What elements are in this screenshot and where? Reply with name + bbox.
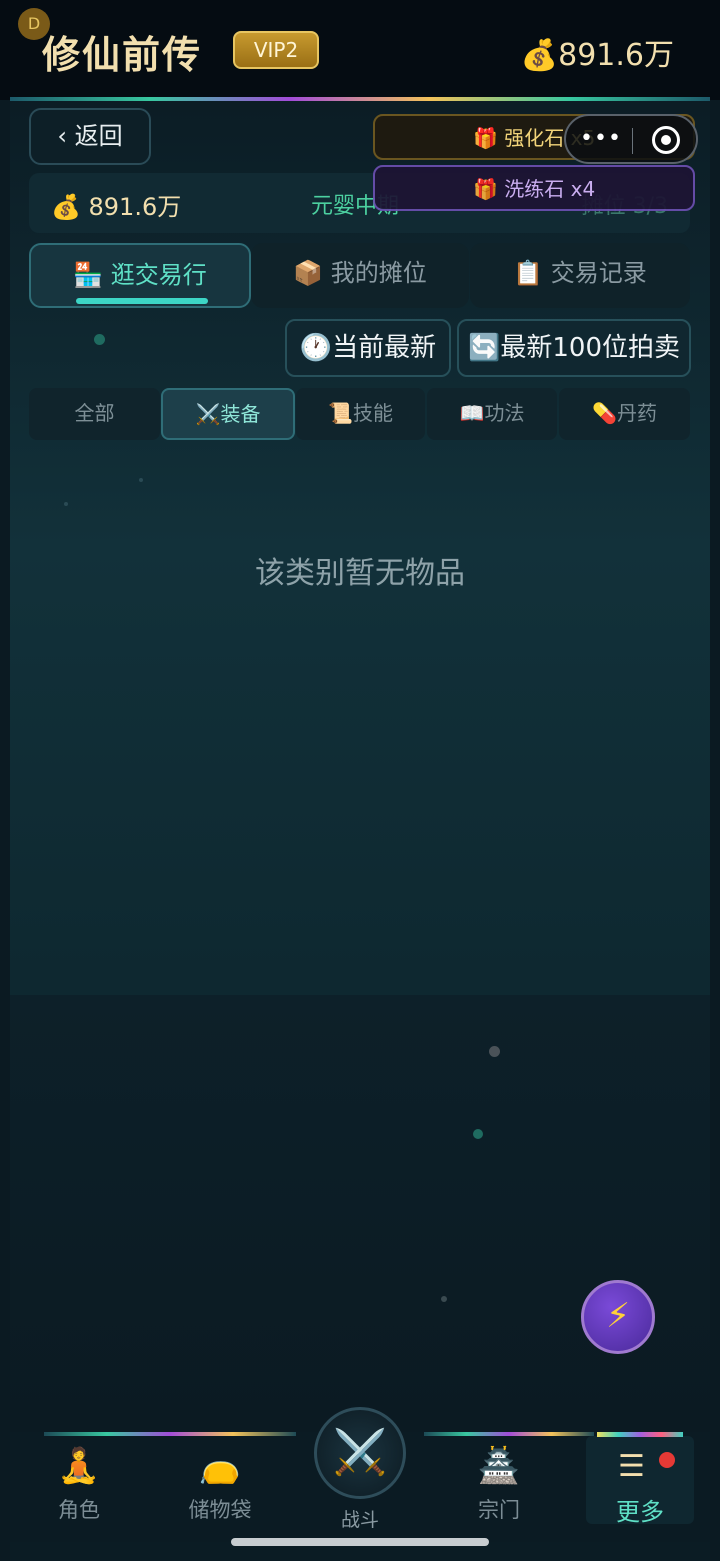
nav-decor-line xyxy=(424,1432,594,1436)
app-title: 修仙前传 xyxy=(42,32,203,77)
top-bar: D 修仙前传 VIP2 💰891.6万 xyxy=(0,0,720,100)
capsule-divider xyxy=(632,128,633,154)
nav-item-storage-bag[interactable]: 👝 储物袋 xyxy=(160,1444,280,1524)
particle xyxy=(64,502,68,506)
vip-badge[interactable]: VIP2 xyxy=(233,31,319,69)
nav-item-character[interactable]: 🧘 角色 xyxy=(19,1444,139,1524)
header-divider xyxy=(10,97,710,101)
tab-browse-market[interactable]: 🏪 逛交易行 xyxy=(29,243,251,308)
nav-item-battle[interactable]: ⚔️ xyxy=(314,1407,406,1499)
category-tab-techniques[interactable]: 📖功法 xyxy=(427,388,557,440)
bag-icon: 👝 xyxy=(198,1446,242,1486)
particle xyxy=(473,1129,483,1139)
tab-trade-records[interactable]: 📋 交易记录 xyxy=(470,243,690,308)
particle xyxy=(489,1046,500,1057)
empty-state-message: 该类别暂无物品 xyxy=(255,556,465,591)
sort-latest-button[interactable]: 🕐当前最新 xyxy=(285,319,451,377)
menu-icon: ☰ xyxy=(618,1449,645,1484)
particle xyxy=(94,334,105,345)
quick-action-lightning-icon[interactable]: ⚡ xyxy=(581,1280,655,1354)
crossed-swords-icon: ⚔️ xyxy=(332,1427,388,1478)
nav-label: 宗门 xyxy=(478,1498,520,1522)
back-button[interactable]: ‹ 返回 xyxy=(29,108,151,165)
info-gold: 💰 891.6万 xyxy=(51,193,182,221)
more-options-icon[interactable]: ••• xyxy=(580,126,622,151)
gold-balance: 💰891.6万 xyxy=(520,38,674,73)
miniprogram-capsule: ••• xyxy=(564,114,698,164)
particle xyxy=(139,478,143,482)
tab-my-stall[interactable]: 📦 我的摊位 xyxy=(251,243,469,308)
nav-label: 储物袋 xyxy=(188,1498,252,1522)
category-tab-equipment[interactable]: ⚔️装备 xyxy=(161,388,295,440)
nav-label-more: 更多 xyxy=(616,1498,664,1526)
notification-dot xyxy=(659,1452,675,1468)
particle xyxy=(441,1296,447,1302)
meditating-figure-icon: 🧘 xyxy=(57,1446,101,1486)
nav-label: 角色 xyxy=(58,1498,100,1522)
close-miniprogram-icon[interactable] xyxy=(652,126,680,154)
nav-more-decor-line xyxy=(597,1432,683,1437)
nav-decor-line xyxy=(44,1432,296,1436)
reward-toast: 🎁 洗练石 x4 xyxy=(373,165,695,211)
category-tab-pills[interactable]: 💊丹药 xyxy=(559,388,690,440)
latest-100-auction-button[interactable]: 🔄最新100位拍卖 xyxy=(457,319,691,377)
nav-label-battle: 战斗 xyxy=(340,1509,379,1531)
nav-item-sect[interactable]: 🏯 宗门 xyxy=(439,1444,559,1524)
temple-icon: 🏯 xyxy=(477,1446,521,1486)
category-tab-skills[interactable]: 📜技能 xyxy=(296,388,425,440)
home-indicator[interactable] xyxy=(231,1538,489,1546)
category-tab-all[interactable]: 全部 xyxy=(29,388,160,440)
